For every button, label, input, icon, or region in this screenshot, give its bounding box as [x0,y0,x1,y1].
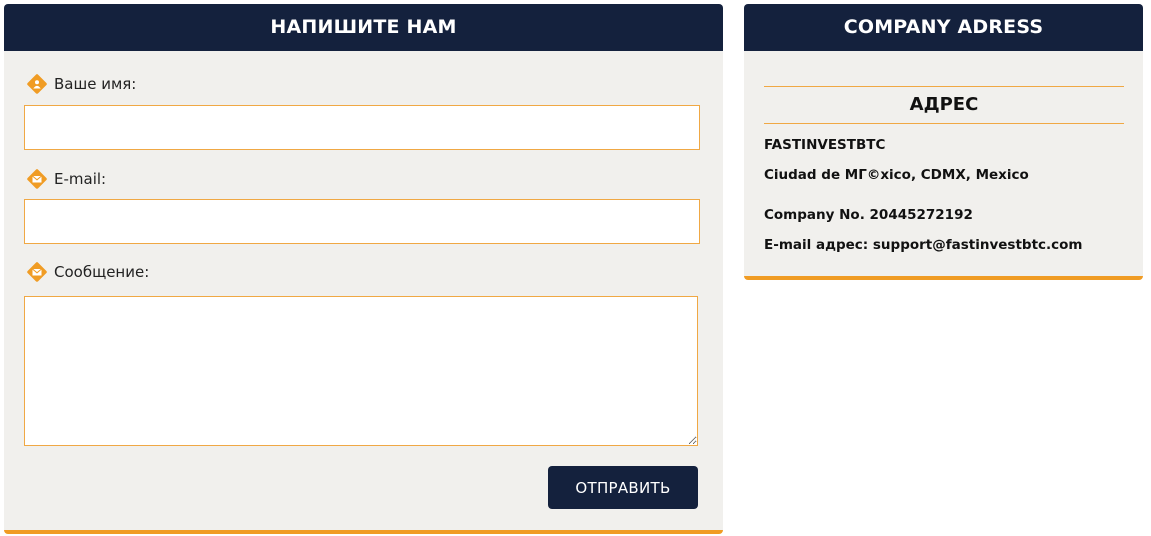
company-address-panel: COMPANY ADRESS АДРЕС FASTINVESTBTC Ciuda… [744,4,1143,280]
email-field-label: E-mail: [24,166,106,192]
company-name: FASTINVESTBTC [764,137,886,153]
name-label-text: Ваше имя: [54,75,137,93]
email-input[interactable] [24,199,700,244]
contact-form-title: НАПИШИТЕ НАМ [4,4,723,51]
submit-button[interactable]: ОТПРАВИТЬ [548,466,698,509]
message-field-label: Сообщение: [24,259,149,285]
company-city: Ciudad de МГ©xico, CDMX, Mexico [764,167,1029,183]
name-field-label: Ваше имя: [24,71,136,97]
company-address-title: COMPANY ADRESS [744,4,1143,51]
address-section: АДРЕС [764,86,1124,124]
name-input[interactable] [24,105,700,150]
message-textarea[interactable] [24,296,698,446]
company-email: E-mail адрес: support@fastinvestbtc.com [764,237,1083,253]
email-label-text: E-mail: [54,170,107,188]
company-number: Company No. 20445272192 [764,207,973,223]
address-section-title: АДРЕС [764,86,1124,124]
envelope-icon [28,263,46,281]
message-label-text: Сообщение: [54,263,150,281]
user-icon [28,75,46,93]
envelope-icon [28,170,46,188]
contact-form-panel: НАПИШИТЕ НАМ Ваше имя: E-mail: Сообщение… [4,4,723,534]
